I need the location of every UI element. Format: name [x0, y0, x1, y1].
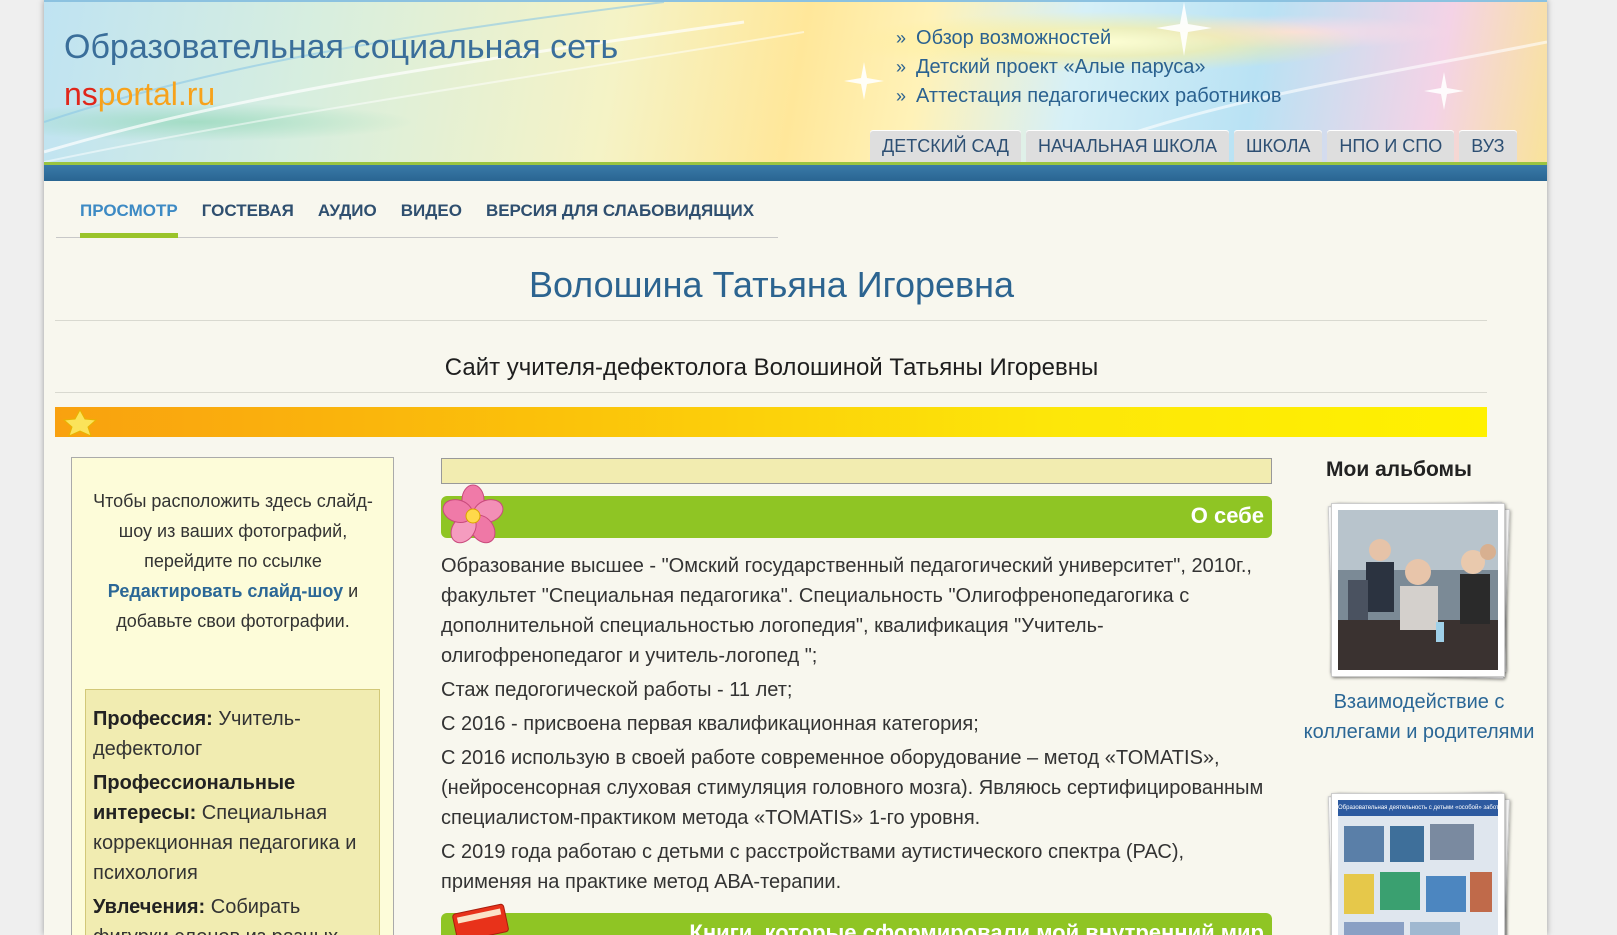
about-paragraph: Образование высшее - "Омский государстве…: [441, 555, 1252, 667]
top-link-label: Аттестация педагогических работников: [916, 85, 1282, 107]
about-section-title: О себе: [1190, 503, 1264, 528]
profile-nav: ПРОСМОТР ГОСТЕВАЯ АУДИО ВИДЕО ВЕРСИЯ ДЛЯ…: [56, 195, 778, 238]
books-section-title: Книги, которые сформировали мой внутренн…: [689, 920, 1264, 935]
profession-label: Профессия:: [93, 708, 213, 730]
photo-frame: Образовательная деятельность с детьми «о…: [1331, 793, 1505, 935]
logo-portal: portal.ru: [97, 76, 216, 112]
album-photo: [1338, 510, 1498, 670]
sidebar: Чтобы расположить здесь слайд-шоу из ваш…: [71, 457, 394, 935]
albums-title: Мои альбомы: [1326, 458, 1472, 481]
profile-info: Профессия: Учитель-дефектолог Профессион…: [93, 704, 373, 935]
header-band: [44, 165, 1547, 181]
divider: [55, 392, 1487, 393]
tab-accessible-version[interactable]: ВЕРСИЯ ДЛЯ СЛАБОВИДЯЩИХ: [486, 195, 754, 233]
site-logo[interactable]: nsportal.ru: [64, 76, 215, 113]
about-paragraph: Стаж педогогической работы - 11 лет;: [441, 679, 793, 701]
about-paragraph: С 2016 использую в своей работе современ…: [441, 747, 1264, 829]
logo-ns: ns: [64, 76, 98, 112]
tab-kindergarten[interactable]: ДЕТСКИЙ САД: [870, 130, 1021, 163]
about-paragraph: С 2019 года работаю с детьми с расстройс…: [441, 841, 1185, 893]
album-thumbnail-colleagues[interactable]: [1327, 501, 1512, 679]
tab-view[interactable]: ПРОСМОТР: [80, 195, 178, 238]
top-link-scarlet-sails[interactable]: » Детский проект «Алые паруса»: [896, 53, 1281, 82]
tab-audio[interactable]: АУДИО: [318, 195, 377, 233]
site-header: Образовательная социальная сеть nsportal…: [44, 0, 1547, 166]
star-icon: [62, 409, 98, 437]
site-title: Образовательная социальная сеть: [64, 28, 619, 66]
tab-primary-school[interactable]: НАЧАЛЬНАЯ ШКОЛА: [1025, 130, 1229, 163]
top-link-overview[interactable]: » Обзор возможностей: [896, 24, 1281, 53]
profile-info-box: Профессия: Учитель-дефектолог Профессион…: [85, 689, 380, 935]
edit-slideshow-link[interactable]: Редактировать слайд-шоу: [108, 581, 343, 601]
slideshow-note-text: Чтобы расположить здесь слайд-шоу из ваш…: [93, 491, 373, 571]
top-link-label: Обзор возможностей: [916, 27, 1112, 49]
education-level-tabs: ДЕТСКИЙ САД НАЧАЛЬНАЯ ШКОЛА ШКОЛА НПО И …: [870, 130, 1517, 163]
page: Образовательная социальная сеть nsportal…: [44, 0, 1547, 935]
slideshow-note: Чтобы расположить здесь слайд-шоу из ваш…: [88, 486, 378, 636]
tab-university[interactable]: ВУЗ: [1459, 130, 1517, 163]
hobbies-label: Увлечения:: [93, 896, 206, 918]
book-icon: [452, 903, 509, 935]
photo-frame: [1331, 503, 1505, 677]
double-chevron-icon: »: [896, 28, 907, 48]
about-paragraph: С 2016 - присвоена первая квалификационн…: [441, 713, 979, 735]
tab-vocational[interactable]: НПО И СПО: [1327, 130, 1455, 163]
top-links: » Обзор возможностей » Детский проект «Алы…: [896, 24, 1281, 111]
album-poster: Образовательная деятельность с детьми «о…: [1338, 800, 1498, 935]
site-subtitle: Сайт учителя-дефектолога Волошиной Татья…: [444, 354, 1099, 381]
page-title: Волошина Татьяна Игоревна: [528, 264, 1015, 305]
tab-school[interactable]: ШКОЛА: [1233, 130, 1323, 163]
divider: [55, 320, 1487, 321]
decorative-banner: [55, 407, 1487, 437]
album-caption-link[interactable]: Взаимодействие с коллегами и родителями: [1294, 687, 1544, 747]
flower-icon: [442, 484, 504, 544]
about-section-header: О себе: [441, 484, 1272, 544]
album-thumbnail-special-care[interactable]: Образовательная деятельность с детьми «о…: [1327, 791, 1512, 935]
top-link-attestation[interactable]: » Аттестация педагогических работников: [896, 82, 1281, 111]
empty-banner: [441, 458, 1272, 484]
double-chevron-icon: »: [896, 57, 907, 77]
tab-video[interactable]: ВИДЕО: [401, 195, 462, 233]
top-link-label: Детский проект «Алые паруса»: [916, 56, 1206, 78]
poster-heading: Образовательная деятельность с детьми «о…: [1338, 800, 1498, 816]
poster-photos: [1344, 824, 1492, 935]
double-chevron-icon: »: [896, 86, 907, 106]
books-section-header: Книги, которые сформировали мой внутренн…: [441, 903, 1272, 935]
tab-guestbook[interactable]: ГОСТЕВАЯ: [202, 195, 294, 233]
about-text: Образование высшее - "Омский государстве…: [441, 551, 1276, 901]
